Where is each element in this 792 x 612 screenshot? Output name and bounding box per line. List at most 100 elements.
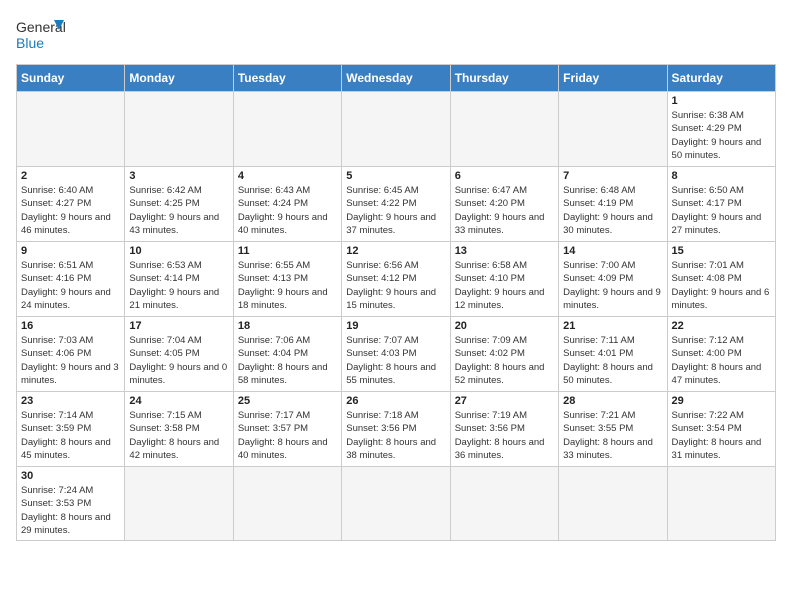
- header: GeneralBlue: [16, 16, 776, 52]
- day-number: 22: [672, 320, 771, 332]
- day-number: 12: [346, 245, 445, 257]
- calendar-cell: [342, 92, 450, 167]
- week-row-3: 9 Sunrise: 6:51 AM Sunset: 4:16 PM Daylig…: [17, 242, 776, 317]
- calendar-table: SundayMondayTuesdayWednesdayThursdayFrid…: [16, 64, 776, 541]
- calendar-cell: 27 Sunrise: 7:19 AM Sunset: 3:56 PM Dayli…: [450, 392, 558, 467]
- day-info: Sunrise: 6:43 AM Sunset: 4:24 PM Dayligh…: [238, 184, 337, 237]
- calendar-cell: 29 Sunrise: 7:22 AM Sunset: 3:54 PM Dayli…: [667, 392, 775, 467]
- calendar-cell: 1Sunrise: 6:38 AM Sunset: 4:29 PM Daylig…: [667, 92, 775, 167]
- calendar-cell: [559, 467, 667, 541]
- calendar-cell: [450, 92, 558, 167]
- day-number: 17: [129, 320, 228, 332]
- day-info: Sunrise: 6:42 AM Sunset: 4:25 PM Dayligh…: [129, 184, 228, 237]
- day-info: Sunrise: 6:48 AM Sunset: 4:19 PM Dayligh…: [563, 184, 662, 237]
- calendar-cell: 20 Sunrise: 7:09 AM Sunset: 4:02 PM Dayli…: [450, 317, 558, 392]
- calendar-cell: [125, 92, 233, 167]
- day-info: Sunrise: 6:56 AM Sunset: 4:12 PM Dayligh…: [346, 259, 445, 312]
- calendar-cell: 12 Sunrise: 6:56 AM Sunset: 4:12 PM Dayli…: [342, 242, 450, 317]
- day-number: 25: [238, 395, 337, 407]
- day-info: Sunrise: 6:45 AM Sunset: 4:22 PM Dayligh…: [346, 184, 445, 237]
- day-info: Sunrise: 7:06 AM Sunset: 4:04 PM Dayligh…: [238, 334, 337, 387]
- day-info: Sunrise: 7:18 AM Sunset: 3:56 PM Dayligh…: [346, 409, 445, 462]
- calendar-cell: 6 Sunrise: 6:47 AM Sunset: 4:20 PM Daylig…: [450, 167, 558, 242]
- calendar-cell: 17 Sunrise: 7:04 AM Sunset: 4:05 PM Dayli…: [125, 317, 233, 392]
- weekday-header-sunday: Sunday: [17, 65, 125, 92]
- day-info: Sunrise: 7:15 AM Sunset: 3:58 PM Dayligh…: [129, 409, 228, 462]
- calendar-cell: [342, 467, 450, 541]
- calendar-cell: 30Sunrise: 7:24 AM Sunset: 3:53 PM Dayli…: [17, 467, 125, 541]
- calendar-cell: 18 Sunrise: 7:06 AM Sunset: 4:04 PM Dayli…: [233, 317, 341, 392]
- calendar-cell: [450, 467, 558, 541]
- calendar-cell: [667, 467, 775, 541]
- day-number: 18: [238, 320, 337, 332]
- calendar-cell: [125, 467, 233, 541]
- calendar-cell: 2 Sunrise: 6:40 AM Sunset: 4:27 PM Daylig…: [17, 167, 125, 242]
- day-info: Sunrise: 7:04 AM Sunset: 4:05 PM Dayligh…: [129, 334, 228, 387]
- day-info: Sunrise: 6:58 AM Sunset: 4:10 PM Dayligh…: [455, 259, 554, 312]
- day-number: 14: [563, 245, 662, 257]
- day-info: Sunrise: 7:00 AM Sunset: 4:09 PM Dayligh…: [563, 259, 662, 312]
- day-info: Sunrise: 7:11 AM Sunset: 4:01 PM Dayligh…: [563, 334, 662, 387]
- day-number: 10: [129, 245, 228, 257]
- day-number: 3: [129, 170, 228, 182]
- calendar-cell: 3 Sunrise: 6:42 AM Sunset: 4:25 PM Daylig…: [125, 167, 233, 242]
- day-info: Sunrise: 7:12 AM Sunset: 4:00 PM Dayligh…: [672, 334, 771, 387]
- week-row-4: 16Sunrise: 7:03 AM Sunset: 4:06 PM Dayli…: [17, 317, 776, 392]
- day-info: Sunrise: 7:19 AM Sunset: 3:56 PM Dayligh…: [455, 409, 554, 462]
- day-number: 11: [238, 245, 337, 257]
- calendar-cell: [17, 92, 125, 167]
- calendar-cell: 7Sunrise: 6:48 AM Sunset: 4:19 PM Daylig…: [559, 167, 667, 242]
- calendar-cell: 15 Sunrise: 7:01 AM Sunset: 4:08 PM Dayli…: [667, 242, 775, 317]
- day-info: Sunrise: 7:21 AM Sunset: 3:55 PM Dayligh…: [563, 409, 662, 462]
- calendar-cell: 24Sunrise: 7:15 AM Sunset: 3:58 PM Dayli…: [125, 392, 233, 467]
- calendar-cell: 21 Sunrise: 7:11 AM Sunset: 4:01 PM Dayli…: [559, 317, 667, 392]
- day-number: 19: [346, 320, 445, 332]
- calendar-cell: 28Sunrise: 7:21 AM Sunset: 3:55 PM Dayli…: [559, 392, 667, 467]
- calendar-cell: 11 Sunrise: 6:55 AM Sunset: 4:13 PM Dayli…: [233, 242, 341, 317]
- day-info: Sunrise: 6:55 AM Sunset: 4:13 PM Dayligh…: [238, 259, 337, 312]
- day-info: Sunrise: 7:09 AM Sunset: 4:02 PM Dayligh…: [455, 334, 554, 387]
- week-row-5: 23 Sunrise: 7:14 AM Sunset: 3:59 PM Dayli…: [17, 392, 776, 467]
- day-number: 23: [21, 395, 120, 407]
- weekday-header-wednesday: Wednesday: [342, 65, 450, 92]
- day-number: 30: [21, 470, 120, 482]
- weekday-header-monday: Monday: [125, 65, 233, 92]
- day-number: 5: [346, 170, 445, 182]
- day-number: 21: [563, 320, 662, 332]
- day-info: Sunrise: 6:38 AM Sunset: 4:29 PM Dayligh…: [672, 109, 771, 162]
- day-info: Sunrise: 7:22 AM Sunset: 3:54 PM Dayligh…: [672, 409, 771, 462]
- calendar-cell: [559, 92, 667, 167]
- week-row-6: 30Sunrise: 7:24 AM Sunset: 3:53 PM Dayli…: [17, 467, 776, 541]
- calendar-cell: 19 Sunrise: 7:07 AM Sunset: 4:03 PM Dayli…: [342, 317, 450, 392]
- day-info: Sunrise: 7:07 AM Sunset: 4:03 PM Dayligh…: [346, 334, 445, 387]
- day-number: 20: [455, 320, 554, 332]
- calendar-cell: 25 Sunrise: 7:17 AM Sunset: 3:57 PM Dayli…: [233, 392, 341, 467]
- day-info: Sunrise: 7:14 AM Sunset: 3:59 PM Dayligh…: [21, 409, 120, 462]
- day-info: Sunrise: 6:40 AM Sunset: 4:27 PM Dayligh…: [21, 184, 120, 237]
- day-number: 13: [455, 245, 554, 257]
- day-info: Sunrise: 6:47 AM Sunset: 4:20 PM Dayligh…: [455, 184, 554, 237]
- day-number: 29: [672, 395, 771, 407]
- calendar-cell: [233, 467, 341, 541]
- day-number: 2: [21, 170, 120, 182]
- calendar-cell: 22 Sunrise: 7:12 AM Sunset: 4:00 PM Dayli…: [667, 317, 775, 392]
- calendar-cell: 16Sunrise: 7:03 AM Sunset: 4:06 PM Dayli…: [17, 317, 125, 392]
- day-info: Sunrise: 6:51 AM Sunset: 4:16 PM Dayligh…: [21, 259, 120, 312]
- calendar-cell: 8Sunrise: 6:50 AM Sunset: 4:17 PM Daylig…: [667, 167, 775, 242]
- generalblue-logo-icon: GeneralBlue: [16, 16, 66, 52]
- logo: GeneralBlue: [16, 16, 66, 52]
- day-number: 15: [672, 245, 771, 257]
- weekday-header-tuesday: Tuesday: [233, 65, 341, 92]
- day-number: 6: [455, 170, 554, 182]
- day-number: 9: [21, 245, 120, 257]
- calendar-cell: 5 Sunrise: 6:45 AM Sunset: 4:22 PM Daylig…: [342, 167, 450, 242]
- calendar-cell: 4Sunrise: 6:43 AM Sunset: 4:24 PM Daylig…: [233, 167, 341, 242]
- calendar-cell: 14 Sunrise: 7:00 AM Sunset: 4:09 PM Dayli…: [559, 242, 667, 317]
- calendar-cell: [233, 92, 341, 167]
- calendar-cell: 23 Sunrise: 7:14 AM Sunset: 3:59 PM Dayli…: [17, 392, 125, 467]
- day-info: Sunrise: 7:01 AM Sunset: 4:08 PM Dayligh…: [672, 259, 771, 312]
- day-info: Sunrise: 7:03 AM Sunset: 4:06 PM Dayligh…: [21, 334, 120, 387]
- day-number: 27: [455, 395, 554, 407]
- day-number: 8: [672, 170, 771, 182]
- day-info: Sunrise: 7:17 AM Sunset: 3:57 PM Dayligh…: [238, 409, 337, 462]
